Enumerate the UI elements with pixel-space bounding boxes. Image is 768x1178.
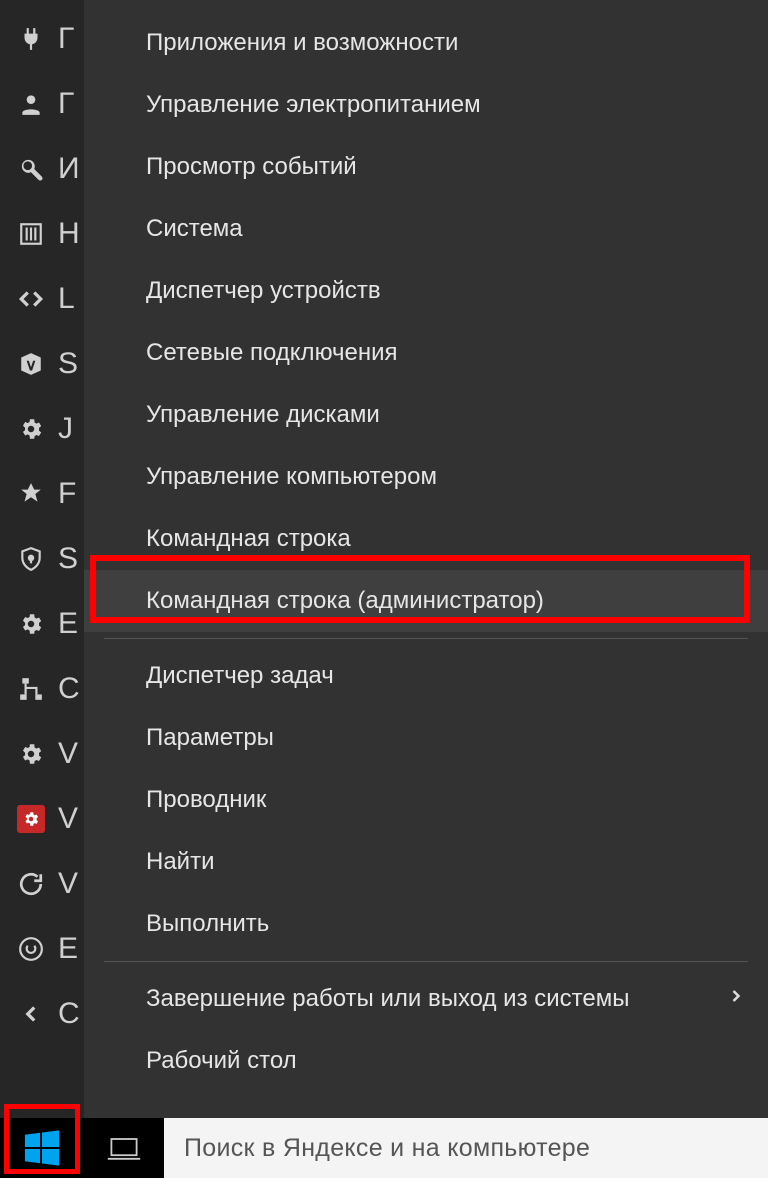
menu-shutdown-signout[interactable]: Завершение работы или выход из системы: [84, 968, 768, 1030]
menu-device-manager[interactable]: Диспетчер устройств: [84, 260, 768, 322]
sidebar-label: E: [58, 607, 78, 641]
network-icon: [14, 672, 48, 706]
menu-network-connections[interactable]: Сетевые подключения: [84, 322, 768, 384]
menu-separator: [104, 638, 748, 639]
sidebar-label: Г: [58, 22, 74, 56]
gear-icon: [14, 412, 48, 446]
sidebar-item[interactable]: V: [0, 721, 84, 786]
menu-system[interactable]: Система: [84, 198, 768, 260]
sidebar-item[interactable]: Г: [0, 71, 84, 136]
sidebar-item[interactable]: E: [0, 591, 84, 656]
sidebar-item[interactable]: C: [0, 656, 84, 721]
sidebar-item[interactable]: J: [0, 396, 84, 461]
menu-power-options[interactable]: Управление электропитанием: [84, 74, 768, 136]
sidebar-label: S: [58, 542, 78, 576]
menu-desktop[interactable]: Рабочий стол: [84, 1030, 768, 1092]
chevron-right-icon: [726, 985, 746, 1013]
sidebar-label: С: [58, 997, 80, 1031]
sidebar-item[interactable]: С: [0, 981, 84, 1046]
menu-explorer[interactable]: Проводник: [84, 769, 768, 831]
sidebar-item[interactable]: И: [0, 136, 84, 201]
start-button[interactable]: [0, 1118, 84, 1178]
menu-separator: [104, 961, 748, 962]
menu-item-label: Проводник: [146, 786, 266, 814]
sidebar-label: F: [58, 477, 76, 511]
menu-item-label: Завершение работы или выход из системы: [146, 985, 629, 1013]
sidebar-label: L: [58, 282, 75, 316]
chevron-left-icon: [14, 997, 48, 1031]
menu-item-label: Рабочий стол: [146, 1047, 297, 1075]
menu-apps-features[interactable]: Приложения и возможности: [84, 12, 768, 74]
sidebar-label: S: [58, 347, 78, 381]
sidebar-label: E: [58, 932, 78, 966]
sidebar-label: C: [58, 672, 80, 706]
yoast-icon: [14, 347, 48, 381]
menu-item-label: Управление дисками: [146, 401, 380, 429]
menu-event-viewer[interactable]: Просмотр событий: [84, 136, 768, 198]
menu-item-label: Командная строка (администратор): [146, 587, 544, 615]
sidebar-label: Г: [58, 87, 74, 121]
sidebar-label: V: [58, 802, 78, 836]
menu-item-label: Сетевые подключения: [146, 339, 398, 367]
menu-item-label: Управление электропитанием: [146, 91, 481, 119]
menu-command-prompt-admin[interactable]: Командная строка (администратор): [84, 570, 768, 632]
gear-icon: [14, 737, 48, 771]
windows-logo-icon: [23, 1129, 61, 1167]
sidebar-item[interactable]: V: [0, 851, 84, 916]
taskbar: Поиск в Яндексе и на компьютере: [0, 1118, 768, 1178]
menu-run[interactable]: Выполнить: [84, 893, 768, 955]
rank-icon: [14, 477, 48, 511]
sidebar-item[interactable]: V: [0, 786, 84, 851]
search-placeholder: Поиск в Яндексе и на компьютере: [184, 1134, 590, 1163]
sync-icon: [14, 867, 48, 901]
gear-red-icon: [14, 802, 48, 836]
plug-icon: [14, 22, 48, 56]
sidebar-label: V: [58, 737, 78, 771]
sidebar-label: Н: [58, 217, 80, 251]
menu-search[interactable]: Найти: [84, 831, 768, 893]
menu-command-prompt[interactable]: Командная строка: [84, 508, 768, 570]
winx-context-menu: Приложения и возможности Управление элек…: [84, 0, 768, 1120]
menu-disk-management[interactable]: Управление дисками: [84, 384, 768, 446]
menu-item-label: Параметры: [146, 724, 274, 752]
menu-item-label: Командная строка: [146, 525, 351, 553]
menu-item-label: Найти: [146, 848, 214, 876]
menu-item-label: Просмотр событий: [146, 153, 357, 181]
background-left-sidebar: Г Г И Н L S J: [0, 0, 84, 1178]
search-bar[interactable]: Поиск в Яндексе и на компьютере: [164, 1118, 768, 1178]
code-icon: [14, 282, 48, 316]
sidebar-item[interactable]: S: [0, 331, 84, 396]
gear-icon: [14, 607, 48, 641]
sidebar-item[interactable]: Г: [0, 6, 84, 71]
menu-item-label: Управление компьютером: [146, 463, 437, 491]
sidebar-item[interactable]: L: [0, 266, 84, 331]
menu-item-label: Приложения и возможности: [146, 29, 458, 57]
menu-item-label: Выполнить: [146, 910, 269, 938]
menu-item-label: Диспетчер задач: [146, 662, 334, 690]
sliders-icon: [14, 217, 48, 251]
menu-task-manager[interactable]: Диспетчер задач: [84, 645, 768, 707]
task-view-button[interactable]: [84, 1118, 164, 1178]
wrench-icon: [14, 152, 48, 186]
sidebar-item[interactable]: F: [0, 461, 84, 526]
sidebar-item[interactable]: S: [0, 526, 84, 591]
sidebar-label: J: [58, 412, 73, 446]
shield-icon: [14, 542, 48, 576]
sidebar-item[interactable]: E: [0, 916, 84, 981]
menu-settings[interactable]: Параметры: [84, 707, 768, 769]
menu-computer-management[interactable]: Управление компьютером: [84, 446, 768, 508]
menu-item-label: Диспетчер устройств: [146, 277, 381, 305]
circle-arrow-icon: [14, 932, 48, 966]
menu-item-label: Система: [146, 215, 243, 243]
user-icon: [14, 87, 48, 121]
sidebar-item[interactable]: Н: [0, 201, 84, 266]
sidebar-label: И: [58, 152, 80, 186]
sidebar-label: V: [58, 867, 78, 901]
